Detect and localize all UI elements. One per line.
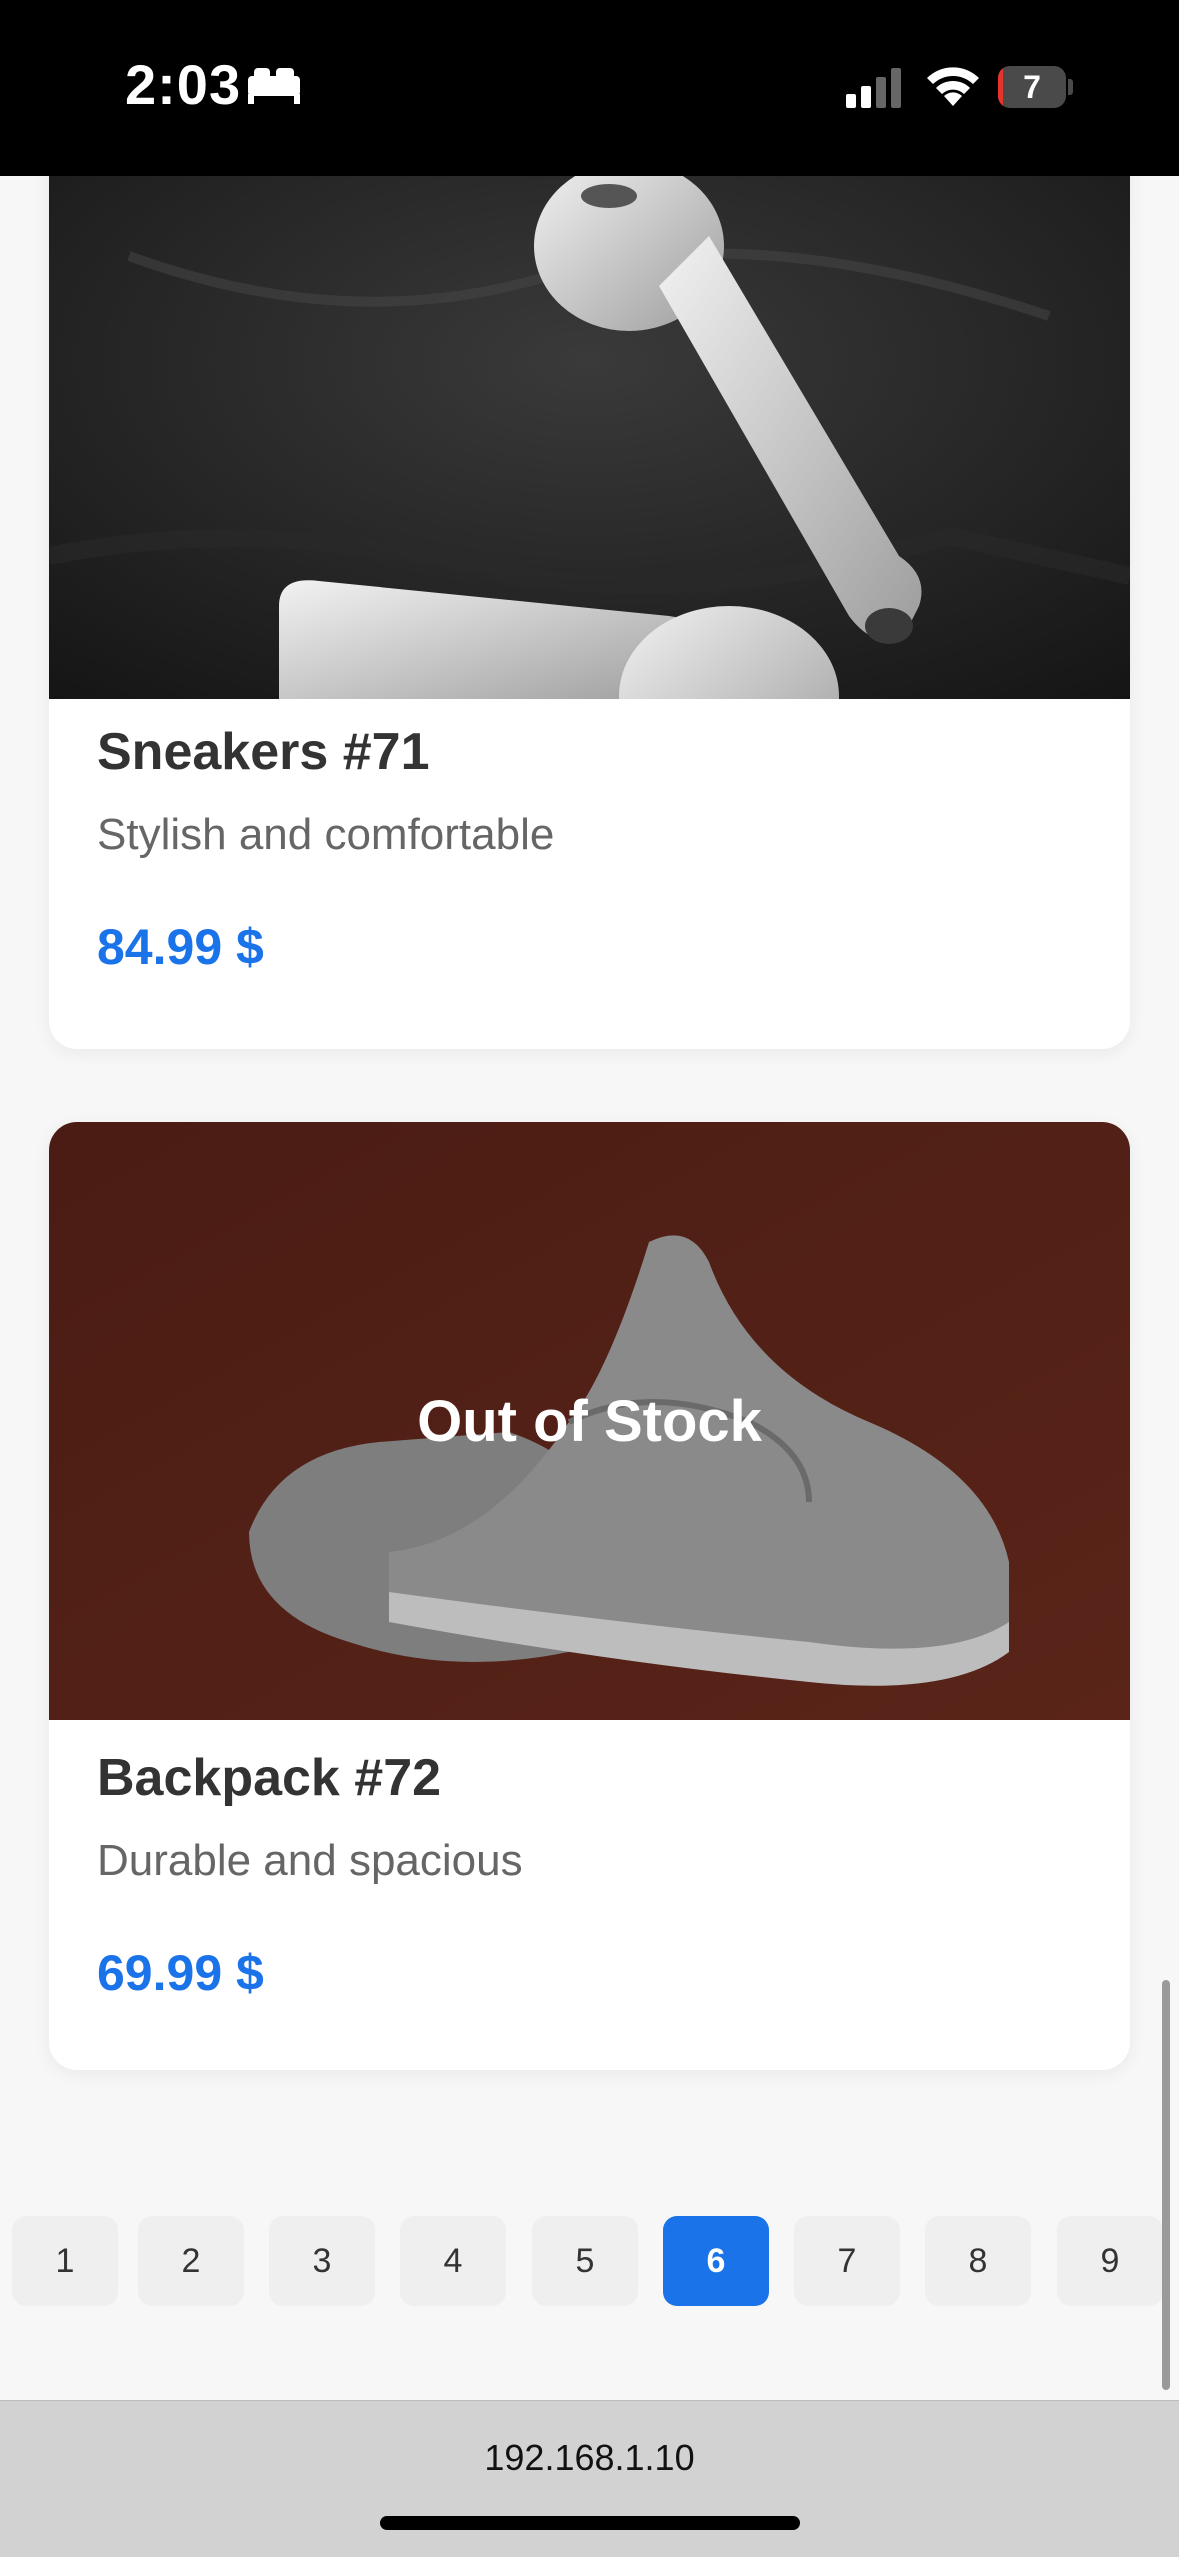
product-list: Sneakers #71 Stylish and comfortable 84.… <box>0 176 1179 2400</box>
product-card[interactable]: Out of Stock Backpack #72 Durable and sp… <box>49 1122 1130 2070</box>
cellular-signal-icon <box>846 68 901 108</box>
sleep-icon <box>248 68 300 104</box>
page-button-1[interactable]: 1 <box>12 2216 118 2306</box>
status-time: 2:03 <box>125 53 242 116</box>
page-button-9[interactable]: 9 <box>1057 2216 1163 2306</box>
product-description: Stylish and comfortable <box>97 810 555 859</box>
page-button-7[interactable]: 7 <box>794 2216 900 2306</box>
sneakers-photo: Out of Stock <box>49 1122 1130 1720</box>
product-name: Backpack #72 <box>97 1749 442 1807</box>
page-button-2[interactable]: 2 <box>138 2216 244 2306</box>
product-card[interactable]: Sneakers #71 Stylish and comfortable 84.… <box>49 176 1130 1049</box>
product-info: Backpack #72 Durable and spacious 69.99 … <box>97 1748 1082 2002</box>
page-button-6-current[interactable]: 6 <box>663 2216 769 2306</box>
page-button-4[interactable]: 4 <box>400 2216 506 2306</box>
earbuds-photo <box>49 176 1130 699</box>
url-text[interactable]: 192.168.1.10 <box>0 2437 1179 2479</box>
product-description: Durable and spacious <box>97 1836 523 1885</box>
page-button-5[interactable]: 5 <box>532 2216 638 2306</box>
wifi-icon <box>927 67 979 106</box>
battery-level: 7 <box>1023 69 1041 105</box>
product-name: Sneakers #71 <box>97 723 430 781</box>
status-bar: 2:03 7 <box>0 0 1179 176</box>
address-bar[interactable]: 192.168.1.10 <box>0 2400 1179 2557</box>
battery-icon: 7 <box>998 66 1074 108</box>
home-indicator[interactable] <box>380 2516 800 2530</box>
product-info: Sneakers #71 Stylish and comfortable 84.… <box>97 722 1082 976</box>
out-of-stock-label: Out of Stock <box>417 1388 762 1454</box>
page-button-3[interactable]: 3 <box>269 2216 375 2306</box>
product-price: 69.99 $ <box>97 1945 264 2001</box>
pagination: 1 2 3 4 5 6 7 8 9 <box>0 2216 1179 2306</box>
product-price: 84.99 $ <box>97 919 264 975</box>
scrollbar[interactable] <box>1162 1980 1170 2390</box>
page-button-8[interactable]: 8 <box>925 2216 1031 2306</box>
